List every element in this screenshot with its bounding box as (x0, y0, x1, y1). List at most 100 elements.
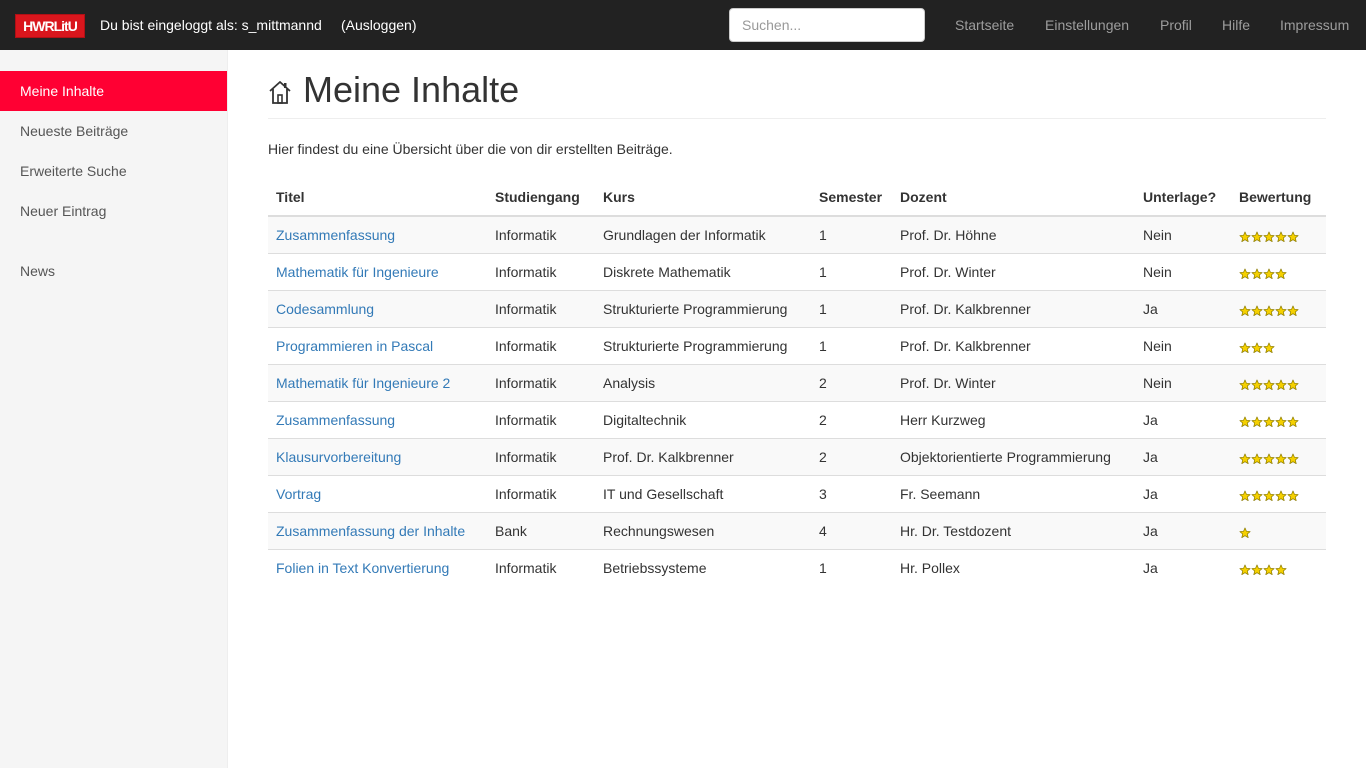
rating-stars (1239, 341, 1275, 353)
cell-studiengang: Informatik (487, 548, 595, 586)
table-row: Klausurvorbereitung Informatik Prof. Dr. K… (268, 437, 1326, 475)
table-row: Mathematik für Ingenieure Informatik Diskr… (268, 252, 1326, 290)
cell-bewertung (1231, 437, 1326, 475)
cell-unterlage: Ja (1135, 474, 1231, 512)
rating-stars (1239, 526, 1251, 538)
cell-kurs: IT und Gesellschaft (595, 474, 811, 512)
rating-stars (1239, 230, 1299, 243)
title-link[interactable]: Mathematik für Ingenieure 2 (276, 375, 450, 391)
title-link[interactable]: Zusammenfassung (276, 412, 395, 428)
cell-bewertung (1231, 474, 1326, 512)
sidebar-item-neuer-eintrag[interactable]: Neuer Eintrag (0, 191, 227, 231)
star-icon (1239, 489, 1251, 501)
cell-studiengang: Informatik (487, 437, 595, 475)
search-input[interactable] (729, 8, 925, 42)
cell-kurs: Digitaltechnik (595, 400, 811, 438)
cell-titel: Programmieren in Pascal (268, 326, 487, 364)
cell-studiengang: Informatik (487, 363, 595, 401)
cell-unterlage: Ja (1135, 548, 1231, 586)
star-icon (1251, 267, 1263, 279)
star-icon (1287, 489, 1299, 501)
star-icon (1275, 415, 1287, 427)
cell-studiengang: Informatik (487, 289, 595, 327)
column-header-kurs[interactable]: Kurs (595, 178, 811, 217)
star-icon (1263, 415, 1275, 427)
column-header-titel[interactable]: Titel (268, 178, 487, 217)
cell-semester: 1 (811, 252, 892, 290)
sidebar-item-meine-inhalte[interactable]: Meine Inhalte (0, 71, 227, 111)
sidebar: Meine Inhalte Neueste Beiträge Erweitert… (0, 50, 228, 768)
column-header-unterlage[interactable]: Unterlage? (1135, 178, 1231, 217)
star-icon (1239, 452, 1251, 464)
cell-kurs: Rechnungswesen (595, 511, 811, 549)
title-link[interactable]: Mathematik für Ingenieure (276, 264, 439, 280)
cell-semester: 2 (811, 400, 892, 438)
cell-kurs: Strukturierte Programmierung (595, 326, 811, 364)
cell-semester: 2 (811, 437, 892, 475)
page-header: Meine Inhalte (268, 68, 1326, 119)
star-icon (1287, 452, 1299, 464)
star-icon (1275, 378, 1287, 390)
rating-stars (1239, 489, 1299, 501)
star-icon (1239, 563, 1251, 576)
star-icon (1251, 415, 1263, 427)
title-link[interactable]: Zusammenfassung (276, 227, 395, 243)
star-icon (1275, 304, 1287, 316)
column-header-studiengang[interactable]: Studiengang (487, 178, 595, 217)
cell-bewertung (1231, 252, 1326, 290)
star-icon (1251, 378, 1263, 390)
cell-kurs: Analysis (595, 363, 811, 401)
title-link[interactable]: Vortrag (276, 486, 321, 502)
sidebar-item-erweiterte-suche[interactable]: Erweiterte Suche (0, 151, 227, 191)
star-icon (1239, 341, 1251, 353)
cell-dozent: Prof. Dr. Winter (892, 363, 1135, 401)
star-icon (1263, 563, 1275, 576)
nav-link-einstellungen[interactable]: Einstellungen (1045, 17, 1129, 33)
cell-titel: Codesammlung (268, 289, 487, 327)
nav-link-hilfe[interactable]: Hilfe (1222, 17, 1250, 33)
column-header-bewertung[interactable]: Bewertung (1231, 178, 1326, 217)
star-icon (1251, 230, 1263, 243)
cell-kurs: Strukturierte Programmierung (595, 289, 811, 327)
title-link[interactable]: Folien in Text Konvertierung (276, 560, 449, 576)
star-icon (1275, 563, 1287, 576)
cell-bewertung (1231, 511, 1326, 549)
rating-stars (1239, 452, 1299, 464)
column-header-dozent[interactable]: Dozent (892, 178, 1135, 217)
cell-dozent: Prof. Dr. Kalkbrenner (892, 289, 1135, 327)
sidebar-item-news[interactable]: News (0, 251, 227, 291)
login-status: Du bist eingeloggt als: s_mittmannd (100, 17, 322, 33)
cell-semester: 3 (811, 474, 892, 512)
title-link[interactable]: Zusammenfassung der Inhalte (276, 523, 465, 539)
star-icon (1251, 563, 1263, 576)
nav-link-startseite[interactable]: Startseite (955, 17, 1014, 33)
intro-text: Hier findest du eine Übersicht über die … (268, 141, 673, 157)
sidebar-item-neueste-beitraege[interactable]: Neueste Beiträge (0, 111, 227, 151)
column-header-semester[interactable]: Semester (811, 178, 892, 217)
star-icon (1263, 452, 1275, 464)
logout-link[interactable]: (Ausloggen) (341, 17, 417, 33)
title-link[interactable]: Codesammlung (276, 301, 374, 317)
title-link[interactable]: Klausurvorbereitung (276, 449, 401, 465)
cell-dozent: Prof. Dr. Winter (892, 252, 1135, 290)
star-icon (1275, 230, 1287, 243)
table-row: Zusammenfassung Informatik Digitaltechnik 2… (268, 400, 1326, 438)
star-icon (1263, 378, 1275, 390)
cell-titel: Klausurvorbereitung (268, 437, 487, 475)
star-icon (1287, 378, 1299, 390)
nav-link-profil[interactable]: Profil (1160, 17, 1192, 33)
cell-bewertung (1231, 363, 1326, 401)
rating-stars (1239, 267, 1287, 279)
nav-link-impressum[interactable]: Impressum (1280, 17, 1349, 33)
cell-titel: Folien in Text Konvertierung (268, 548, 487, 586)
cell-studiengang: Informatik (487, 252, 595, 290)
cell-dozent: Fr. Seemann (892, 474, 1135, 512)
cell-kurs: Diskrete Mathematik (595, 252, 811, 290)
cell-dozent: Hr. Pollex (892, 548, 1135, 586)
table-row: Vortrag Informatik IT und Gesellschaft 3 Fr.… (268, 474, 1326, 512)
title-link[interactable]: Programmieren in Pascal (276, 338, 433, 354)
star-icon (1275, 267, 1287, 279)
cell-unterlage: Nein (1135, 216, 1231, 253)
cell-titel: Zusammenfassung (268, 400, 487, 438)
brand-logo[interactable]: HWRLitU (15, 14, 85, 38)
